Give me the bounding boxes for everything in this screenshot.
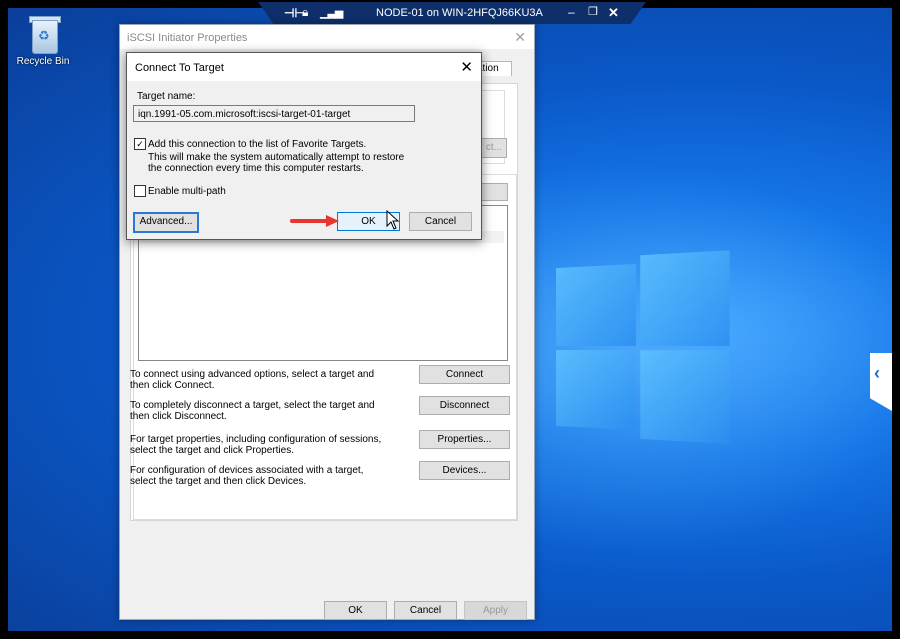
ok-button[interactable]: OK: [324, 601, 387, 620]
lock-icon[interactable]: 🔒︎: [302, 5, 308, 20]
disconnect-button[interactable]: Disconnect: [419, 396, 510, 415]
connect-to-target-dialog: Connect To Target ✕ Target name: iqn.199…: [126, 52, 482, 240]
apply-button[interactable]: Apply: [464, 601, 527, 620]
recycle-bin-icon: ♻: [26, 14, 61, 54]
remote-session-title: NODE-01 on WIN-2HFQJ66KU3A: [376, 7, 543, 19]
favorite-targets-label: Add this connection to the list of Favor…: [148, 139, 367, 150]
connect-button[interactable]: Connect: [419, 365, 510, 384]
check-icon: ✓: [136, 139, 144, 149]
target-name-field[interactable]: iqn.1991-05.com.microsoft:iscsi-target-0…: [133, 105, 415, 122]
favorite-targets-description: This will make the system automatically …: [148, 152, 405, 174]
advanced-button[interactable]: Advanced...: [133, 212, 199, 233]
multipath-label: Enable multi-path: [148, 186, 226, 197]
target-name-label: Target name:: [137, 91, 196, 102]
connect-dialog-title: Connect To Target: [135, 62, 224, 74]
close-session-button[interactable]: ✕: [608, 5, 619, 21]
multipath-checkbox[interactable]: [134, 185, 146, 197]
remote-desktop-bar: ⊣⊢ 🔒︎ ▁▃▅ NODE-01 on WIN-2HFQJ66KU3A – ❐…: [258, 2, 646, 24]
properties-hint: For target properties, including configu…: [130, 434, 382, 456]
devices-button[interactable]: Devices...: [419, 461, 510, 480]
iscsi-window-title: iSCSI Initiator Properties: [127, 32, 248, 44]
disconnect-hint: To completely disconnect a target, selec…: [130, 400, 375, 422]
iscsi-titlebar: iSCSI Initiator Properties ✕: [120, 25, 534, 49]
annotation-arrow-icon: [290, 215, 339, 227]
connect-cancel-button[interactable]: Cancel: [409, 212, 472, 231]
iscsi-close-button[interactable]: ✕: [514, 29, 526, 46]
connect-dialog-titlebar: Connect To Target ✕: [127, 53, 481, 81]
connect-dialog-close-button[interactable]: ✕: [460, 58, 473, 76]
restore-button[interactable]: ❐: [588, 5, 598, 18]
devices-hint: For configuration of devices associated …: [130, 465, 364, 487]
recycle-bin-shortcut[interactable]: ♻ Recycle Bin: [14, 14, 72, 67]
windows-logo: [556, 250, 734, 444]
connect-hint: To connect using advanced options, selec…: [130, 369, 375, 391]
cancel-button[interactable]: Cancel: [394, 601, 457, 620]
mouse-cursor-icon: [386, 210, 400, 230]
minimize-button[interactable]: –: [568, 5, 575, 19]
favorite-targets-checkbox[interactable]: ✓: [134, 138, 146, 150]
chevron-left-icon: ‹: [874, 363, 880, 383]
properties-button[interactable]: Properties...: [419, 430, 510, 449]
recycle-bin-label: Recycle Bin: [16, 56, 70, 67]
signal-icon[interactable]: ▁▃▅: [320, 6, 343, 19]
